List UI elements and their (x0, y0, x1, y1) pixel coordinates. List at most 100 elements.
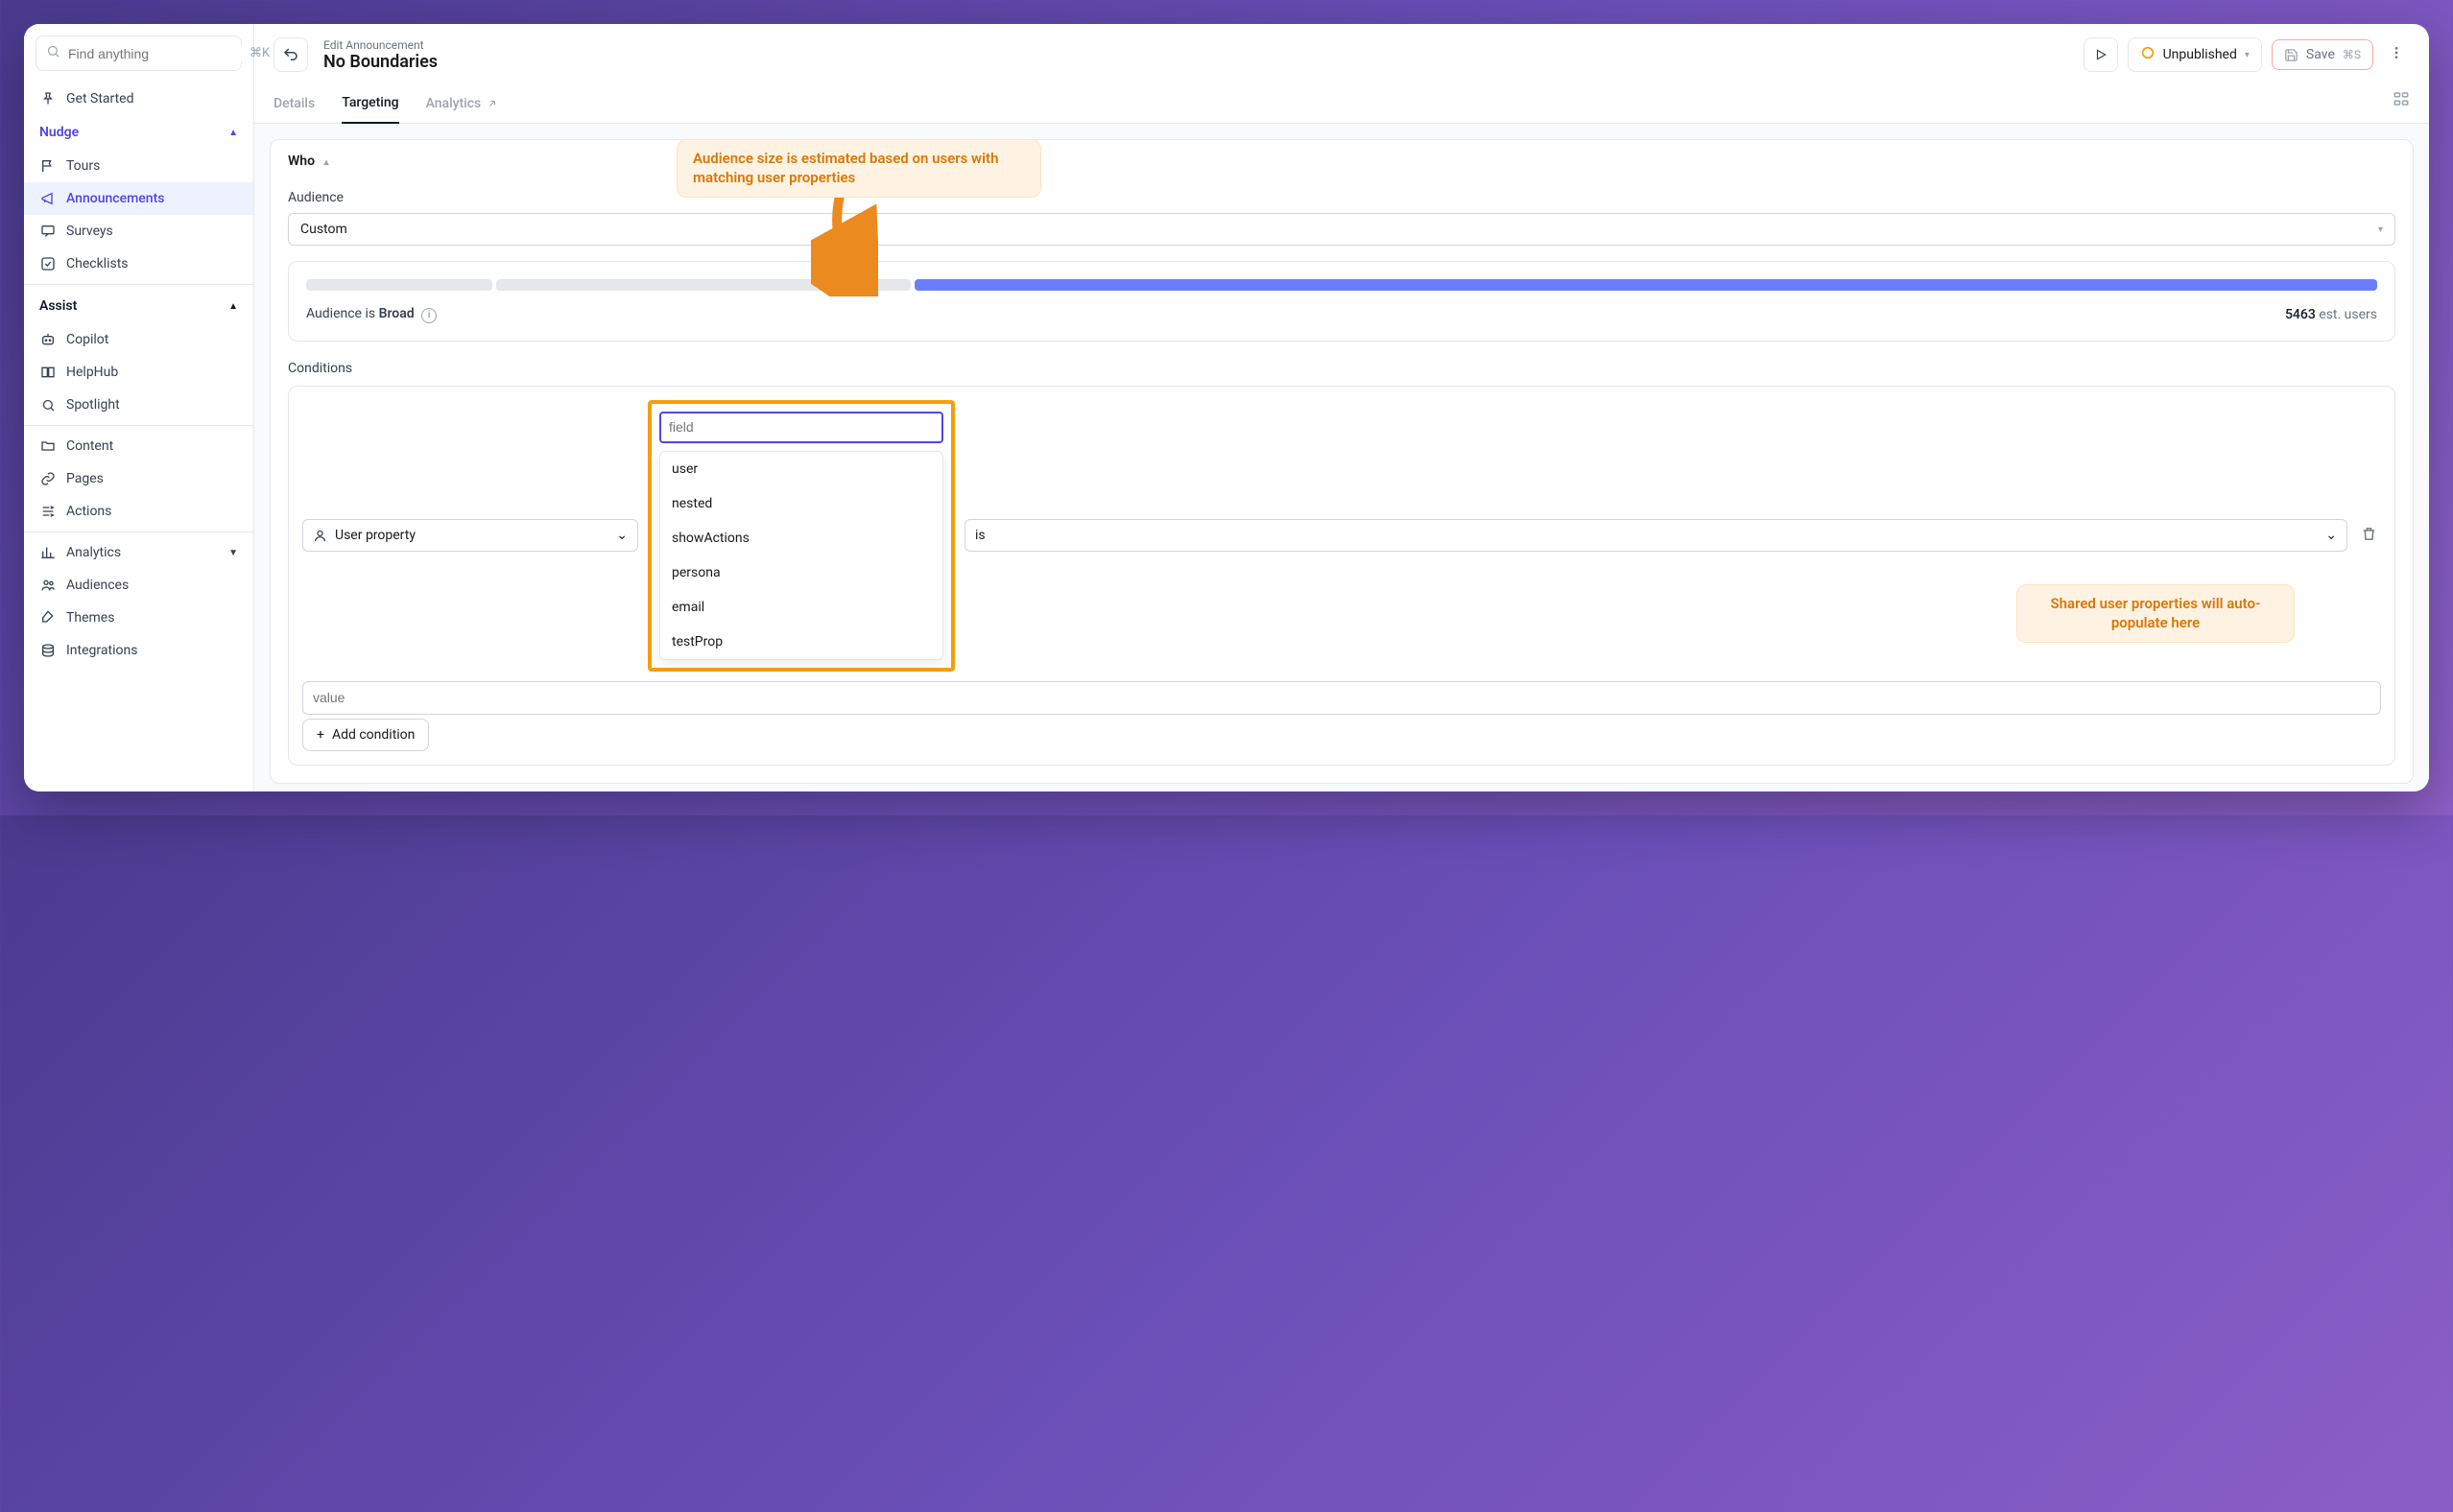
audience-select[interactable]: Custom ▾ (288, 213, 2395, 246)
bot-icon (39, 331, 57, 348)
sidebar-item-helphub[interactable]: HelpHub (24, 356, 253, 389)
pin-icon (39, 90, 57, 107)
chevron-up-icon: ▴ (324, 157, 329, 168)
sidebar-label: Content (66, 438, 113, 454)
sidebar-label: Surveys (66, 224, 113, 239)
chevron-down-icon: ▾ (2378, 224, 2383, 235)
flow-icon (39, 503, 57, 520)
dropdown-item[interactable]: email (660, 590, 942, 625)
sidebar-item-integrations[interactable]: Integrations (24, 634, 253, 667)
status-dropdown[interactable]: Unpublished ▾ (2128, 37, 2262, 72)
page-title: No Boundaries (323, 52, 2068, 72)
sidebar: ⌘K Get Started Nudge ▲ Tours Announcemen… (24, 24, 254, 791)
plus-icon: + (317, 727, 324, 743)
audience-estimate: Audience is Broad i 5463 est. users (288, 261, 2395, 342)
field-text-input[interactable] (669, 419, 934, 435)
dots-vertical-icon (2389, 45, 2404, 60)
field-dropdown: user nested showActions persona email te… (659, 451, 943, 660)
megaphone-icon (39, 190, 57, 207)
sidebar-item-spotlight[interactable]: Spotlight (24, 389, 253, 421)
sidebar-header-label: Nudge (39, 125, 79, 140)
info-icon[interactable]: i (421, 308, 437, 323)
panel-who-header[interactable]: Who ▴ (271, 140, 2413, 182)
annotation-callout: Shared user properties will auto-populat… (2016, 584, 2295, 643)
undo-icon (282, 46, 299, 63)
brush-icon (39, 609, 57, 626)
sidebar-label: Actions (66, 504, 111, 519)
audience-value: Custom (300, 222, 347, 237)
field-input[interactable] (659, 412, 943, 443)
link-icon (39, 470, 57, 487)
sidebar-item-content[interactable]: Content (24, 430, 253, 462)
value-text-input[interactable] (313, 690, 2370, 705)
dropdown-item[interactable]: nested (660, 486, 942, 521)
sidebar-item-checklists[interactable]: Checklists (24, 248, 253, 280)
sidebar-item-pages[interactable]: Pages (24, 462, 253, 495)
sidebar-item-surveys[interactable]: Surveys (24, 215, 253, 248)
search-icon (39, 396, 57, 413)
check-icon (39, 255, 57, 272)
sidebar-section-assist[interactable]: Assist ▲ (24, 289, 253, 323)
search-field[interactable] (68, 46, 242, 61)
search-input[interactable]: ⌘K (36, 35, 242, 71)
status-label: Unpublished (2163, 47, 2237, 62)
save-label: Save (2306, 47, 2335, 62)
content-area: Audience size is estimated based on user… (254, 124, 2429, 791)
back-button[interactable] (274, 37, 308, 72)
sidebar-label: Audiences (66, 578, 129, 593)
more-menu[interactable] (2383, 39, 2410, 70)
preview-button[interactable] (2084, 37, 2118, 72)
folder-icon (39, 437, 57, 455)
sidebar-item-tours[interactable]: Tours (24, 150, 253, 182)
operator-select[interactable]: is ⌄ (965, 519, 2347, 552)
status-icon (2140, 45, 2155, 64)
sidebar-item-get-started[interactable]: Get Started (24, 83, 253, 115)
sidebar-label: HelpHub (66, 365, 118, 380)
book-icon (39, 364, 57, 381)
sidebar-item-announcements[interactable]: Announcements (24, 182, 253, 215)
dropdown-item[interactable]: showActions (660, 521, 942, 555)
breadcrumb: Edit Announcement (323, 38, 2068, 52)
chevron-down-icon: ⌄ (616, 528, 628, 543)
tab-analytics[interactable]: Analytics (426, 86, 499, 123)
chevron-down-icon: ▾ (2245, 50, 2250, 60)
sidebar-label: Themes (66, 610, 114, 626)
chat-icon (39, 223, 57, 240)
sidebar-section-nudge[interactable]: Nudge ▲ (24, 115, 253, 150)
sidebar-item-audiences[interactable]: Audiences (24, 569, 253, 602)
search-icon (46, 44, 60, 62)
sidebar-label: Checklists (66, 256, 129, 272)
chevron-down-icon: ⌄ (2325, 528, 2337, 543)
annotation-arrow-icon (811, 191, 878, 296)
conditions-box: User property ⌄ user nested (288, 386, 2395, 766)
topbar: Edit Announcement No Boundaries Unpublis… (254, 24, 2429, 85)
external-link-icon (487, 98, 498, 109)
sidebar-label: Copilot (66, 332, 108, 347)
dropdown-item[interactable]: persona (660, 555, 942, 590)
sidebar-item-analytics[interactable]: Analytics ▼ (24, 536, 253, 569)
save-button[interactable]: Save ⌘S (2272, 39, 2373, 70)
app-window: ⌘K Get Started Nudge ▲ Tours Announcemen… (24, 24, 2429, 791)
delete-condition[interactable] (2357, 522, 2381, 550)
database-icon (39, 642, 57, 659)
sidebar-item-copilot[interactable]: Copilot (24, 323, 253, 356)
sidebar-item-actions[interactable]: Actions (24, 495, 253, 528)
tab-targeting[interactable]: Targeting (342, 85, 398, 124)
sidebar-label: Pages (66, 471, 104, 486)
play-icon (2094, 48, 2108, 61)
sidebar-label: Integrations (66, 643, 137, 658)
dropdown-item[interactable]: user (660, 452, 942, 486)
add-condition-button[interactable]: + Add condition (302, 719, 429, 751)
dropdown-item[interactable]: testProp (660, 625, 942, 659)
sidebar-label: Get Started (66, 91, 134, 106)
sidebar-item-themes[interactable]: Themes (24, 602, 253, 634)
condition-type-select[interactable]: User property ⌄ (302, 519, 638, 552)
save-shortcut: ⌘S (2343, 48, 2361, 61)
chevron-down-icon: ▼ (228, 548, 238, 558)
value-input[interactable] (302, 681, 2381, 715)
sidebar-header-label: Assist (39, 298, 77, 314)
annotation-callout: Audience size is estimated based on user… (677, 139, 1041, 198)
layout-toggle[interactable] (2393, 90, 2410, 119)
tab-details[interactable]: Details (274, 86, 315, 123)
audience-breadth-text: Audience is Broad i (306, 306, 437, 323)
